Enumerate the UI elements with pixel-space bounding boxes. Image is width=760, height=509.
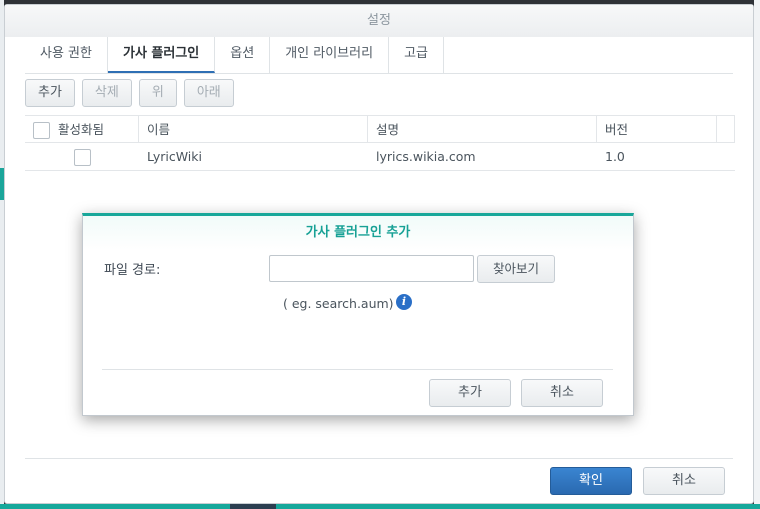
tab-options[interactable]: 옵션 [215,37,271,73]
row-enabled-cell [25,143,139,170]
window-title: 설정 [5,5,753,37]
ok-button[interactable]: 확인 [550,467,632,495]
add-plugin-dialog: 가사 플러그인 추가 파일 경로: 찾아보기 ( eg. search.aum)… [82,213,634,416]
dialog-divider [102,369,613,370]
background-app-right [754,0,760,509]
row-description: lyrics.wikia.com [376,149,476,164]
cancel-button[interactable]: 취소 [643,467,725,495]
header-enabled: 활성화됨 [25,116,139,142]
file-path-input[interactable] [269,255,474,282]
enabled-checkbox[interactable] [73,149,91,166]
file-path-hint: ( eg. search.aum) [283,296,394,311]
table-header: 활성화됨 이름 설명 버전 [25,115,735,143]
info-icon[interactable]: i [396,294,412,310]
plugin-toolbar: 추가 삭제 위 아래 [25,79,234,107]
select-all-checkbox[interactable] [33,122,50,139]
delete-button[interactable]: 삭제 [81,79,132,107]
dialog-title: 가사 플러그인 추가 [83,216,633,250]
add-button[interactable]: 추가 [25,79,75,107]
header-spacer [717,116,735,142]
row-name: LyricWiki [147,149,202,164]
tab-permissions[interactable]: 사용 권한 [25,37,108,73]
header-version[interactable]: 버전 [597,116,717,142]
footer-divider [25,458,733,459]
plugin-table: 활성화됨 이름 설명 버전 LyricWiki lyrics.wikia.com… [25,115,735,171]
header-description[interactable]: 설명 [368,116,597,142]
background-chip [230,504,276,509]
tab-personal-library[interactable]: 개인 라이브러리 [270,37,390,73]
table-row[interactable]: LyricWiki lyrics.wikia.com 1.0 [25,143,735,171]
dialog-add-button[interactable]: 추가 [429,379,511,407]
file-path-label: 파일 경로: [104,263,161,278]
tab-lyrics-plugins[interactable]: 가사 플러그인 [107,37,216,73]
dialog-cancel-button[interactable]: 취소 [521,379,603,407]
row-version: 1.0 [605,149,625,164]
move-up-button[interactable]: 위 [138,79,177,107]
browse-button[interactable]: 찾아보기 [477,255,555,283]
move-down-button[interactable]: 아래 [183,79,234,107]
tab-divider [25,73,733,74]
tab-advanced[interactable]: 고급 [389,37,444,73]
tab-bar: 사용 권한 가사 플러그인 옵션 개인 라이브러리 고급 [25,37,444,73]
header-enabled-label: 활성화됨 [58,122,105,137]
background-app-bottom [0,504,760,509]
header-name[interactable]: 이름 [139,116,368,142]
